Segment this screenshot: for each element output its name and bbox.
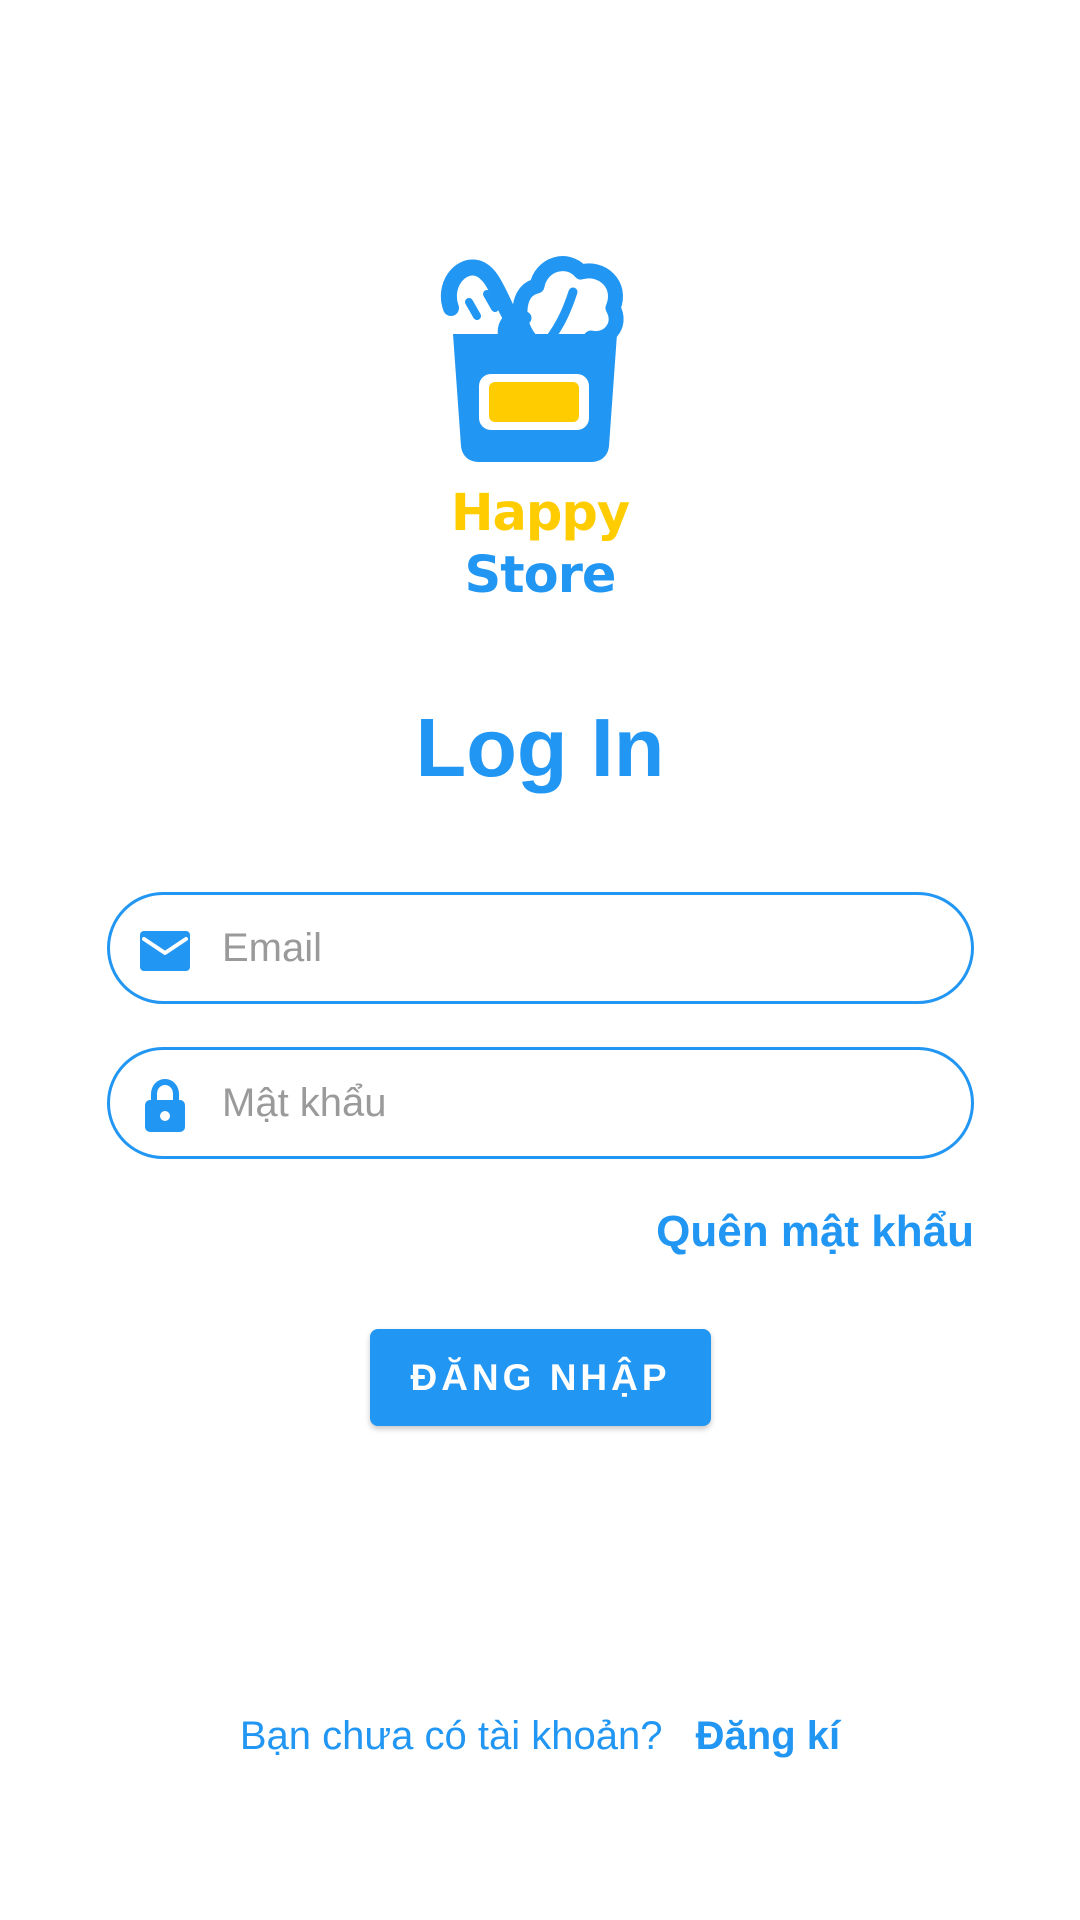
shopping-basket-icon xyxy=(440,256,624,462)
signup-prompt-row: Bạn chưa có tài khoản? Đăng kí xyxy=(0,1708,1080,1764)
lettuce-icon xyxy=(497,256,624,349)
basket-label xyxy=(489,382,579,422)
signup-link[interactable]: Đăng kí xyxy=(696,1714,840,1758)
mail-icon xyxy=(140,931,190,971)
brand-name-line2: Store xyxy=(464,546,617,605)
forgot-password-link[interactable]: Quên mật khẩu xyxy=(656,1204,974,1260)
brand-logo-text: Happy Store xyxy=(420,486,660,604)
password-input[interactable] xyxy=(222,1050,942,1156)
signup-prompt-text: Bạn chưa có tài khoản? xyxy=(239,1714,663,1758)
password-field[interactable] xyxy=(107,1047,974,1159)
email-input[interactable] xyxy=(222,895,942,1001)
email-field[interactable] xyxy=(107,892,974,1004)
page-title: Log In xyxy=(415,701,665,794)
brand-name-line1: Happy xyxy=(450,484,630,543)
login-button[interactable]: ĐĂNG NHẬP xyxy=(370,1329,711,1426)
bread-icon xyxy=(440,259,531,348)
lock-icon xyxy=(145,1078,185,1132)
login-screen: Happy Store Log In Quên mật khẩu ĐĂNG NH… xyxy=(0,0,1080,1920)
